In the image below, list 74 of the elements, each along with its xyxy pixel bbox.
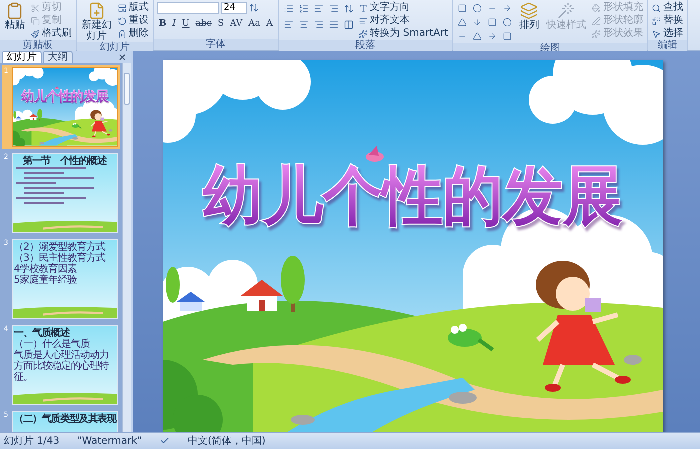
bird-drawing: [366, 146, 384, 162]
slide-thumbnail-text: 4学校教育因素: [14, 264, 78, 275]
reset-icon: [118, 16, 127, 26]
format-button[interactable]: Aa: [246, 17, 263, 30]
ribbon-button[interactable]: 对齐文本: [358, 15, 450, 27]
group-label: 编辑: [648, 40, 688, 51]
format-button[interactable]: I: [170, 17, 178, 30]
slide-thumbnail-title: （二）气质类型及其表现: [14, 414, 116, 425]
pointer-icon: [652, 30, 662, 38]
sparkle-icon: [592, 30, 602, 38]
format-button[interactable]: AV: [228, 17, 245, 30]
copy-icon: [31, 16, 40, 26]
trash-icon: [118, 30, 127, 38]
frog-drawing: [448, 324, 494, 352]
ribbon-button[interactable]: 文字方向: [358, 2, 450, 14]
format-button[interactable]: U: [180, 17, 192, 30]
font-name-field[interactable]: [157, 2, 219, 14]
shape-icon[interactable]: [456, 16, 470, 29]
language-label: 中文(简体，中国): [188, 434, 266, 448]
slide-thumbnail-text: 5家庭童年经验: [14, 275, 78, 286]
ribbon-button[interactable]: 版式: [117, 2, 150, 14]
group-label: 字体: [154, 39, 278, 50]
text-direction-icon: [359, 4, 368, 12]
font-size-field[interactable]: 24: [221, 2, 247, 14]
spellcheck-icon[interactable]: [160, 436, 170, 446]
format-button[interactable]: B: [157, 17, 169, 30]
slide-thumbnail-text: （3）民主性教育方式: [14, 253, 106, 264]
ribbon-button[interactable]: 格式刷: [30, 28, 73, 40]
paint-bucket-icon: [592, 4, 602, 12]
align-text-icon: [359, 16, 368, 26]
slide-thumbnail-title: 第一节 个性的概述: [22, 156, 108, 167]
close-icon[interactable]: [118, 53, 127, 62]
slide-thumbnail-text: （2）溺爱型教育方式: [14, 242, 106, 253]
ribbon-button[interactable]: 排列: [517, 2, 542, 31]
format-button[interactable]: A: [264, 17, 276, 30]
ribbon-button[interactable]: 查找: [651, 2, 684, 14]
group-label: 剪贴板: [0, 40, 76, 51]
font-grow-icon: [249, 3, 259, 13]
slide-thumbnail[interactable]: 第一节 个性的概述: [12, 153, 118, 233]
scrollbar[interactable]: [122, 63, 131, 432]
ribbon-button[interactable]: 重设: [117, 15, 150, 27]
theme-name: "Watermark": [78, 436, 142, 446]
new-slide-button[interactable]: 新建幻灯片: [80, 2, 114, 42]
slide-thumbnail[interactable]: （2）溺爱型教育方式 （3）民主性教育方式 4学校教育因素 5家庭童年经验: [12, 239, 118, 319]
shape-icon[interactable]: [471, 2, 484, 15]
slide-thumbnail-text: （一）什么是气质: [14, 339, 92, 350]
group-label: 段落: [279, 40, 452, 51]
slide-thumbnail[interactable]: 一、气质概述 （一）什么是气质 气质是人心理活动动力方面比较稳定的心理特征。: [12, 325, 118, 405]
paste-button[interactable]: 粘贴: [3, 2, 27, 31]
slide-counter: 幻灯片 1/43: [4, 434, 60, 448]
paintbrush-icon: [31, 30, 40, 38]
slide-thumbnail-title: 一、气质概述: [14, 328, 72, 339]
pen-icon: [592, 16, 602, 26]
format-button[interactable]: abc: [194, 17, 214, 30]
columns-icon[interactable]: [342, 18, 356, 31]
ribbon-button[interactable]: 转换为 SmartArt: [358, 28, 450, 40]
shape-icon[interactable]: [471, 30, 484, 43]
clipboard-icon: [6, 2, 24, 20]
ribbon-button[interactable]: 选择: [651, 28, 684, 40]
ribbon-button[interactable]: 删除: [117, 28, 150, 40]
panel-tab[interactable]: 幻灯片: [2, 51, 42, 63]
slide-thumbnail-text: 气质是人心理活动动力方面比较稳定的心理特征。: [14, 350, 110, 383]
new-slide-icon: [88, 2, 106, 20]
layout-icon: [118, 4, 127, 12]
slide-thumbnail[interactable]: （二）气质类型及其表现: [12, 411, 118, 432]
format-button[interactable]: S: [216, 17, 226, 30]
search-icon: [652, 4, 662, 12]
panel-tab[interactable]: 大纲: [43, 51, 73, 63]
smartart-icon: [359, 30, 368, 38]
quick-style-icon: [557, 2, 576, 20]
scissors-icon: [31, 4, 40, 12]
ribbon-button[interactable]: 替换: [651, 15, 684, 27]
shape-icon[interactable]: [501, 16, 514, 29]
arrange-icon: [520, 2, 538, 20]
